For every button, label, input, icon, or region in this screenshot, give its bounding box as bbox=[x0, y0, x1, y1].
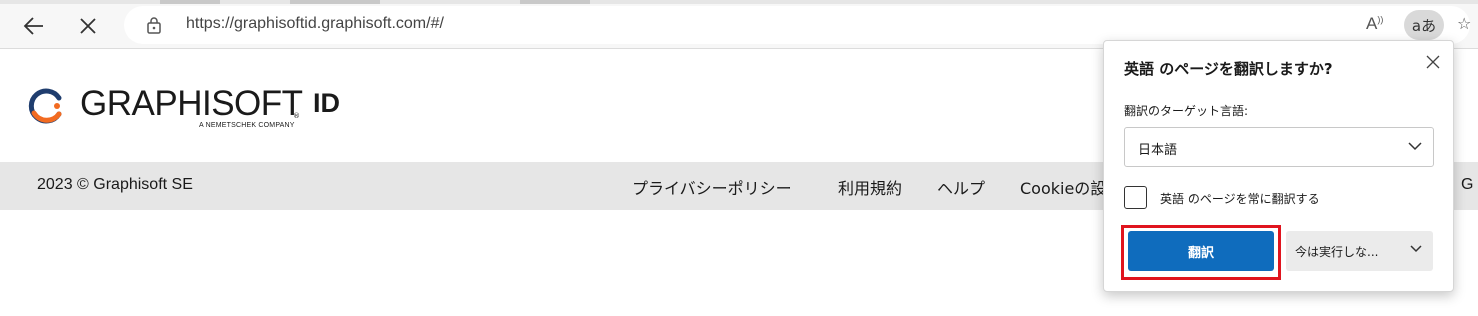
target-language-value: 日本語 bbox=[1138, 143, 1178, 158]
footer-link-terms[interactable]: 利用規約 bbox=[838, 175, 902, 199]
logo-id-suffix: ID bbox=[313, 88, 340, 118]
lock-icon bbox=[147, 17, 161, 34]
chevron-down-icon bbox=[1410, 245, 1422, 253]
logo-wordmark: GRAPHISOFT bbox=[80, 84, 303, 123]
graphisoft-logo-icon bbox=[28, 88, 62, 124]
read-aloud-icon[interactable]: A)) bbox=[1366, 14, 1383, 34]
close-icon bbox=[1426, 55, 1440, 69]
back-arrow-icon bbox=[23, 17, 43, 35]
footer-trailing-text: G bbox=[1461, 176, 1474, 193]
footer-link-help[interactable]: ヘルプ bbox=[937, 175, 985, 199]
footer-link-privacy[interactable]: プライバシーポリシー bbox=[632, 175, 792, 199]
url-text[interactable]: https://graphisoftid.graphisoft.com/#/ bbox=[186, 15, 444, 33]
chevron-down-icon bbox=[1408, 142, 1422, 151]
logo-subtitle: A NEMETSCHEK COMPANY bbox=[199, 122, 295, 129]
popup-title: 英語 のページを翻訳しますか? bbox=[1124, 60, 1333, 78]
copyright-text: 2023 © Graphisoft SE bbox=[37, 176, 193, 193]
always-translate-checkbox[interactable] bbox=[1124, 186, 1147, 209]
favorites-star-icon[interactable]: ☆ bbox=[1457, 14, 1471, 33]
footer-link-cookies[interactable]: Cookieの設 bbox=[1020, 175, 1106, 199]
close-icon bbox=[80, 18, 96, 34]
target-language-select[interactable]: 日本語 bbox=[1124, 127, 1434, 167]
not-now-label: 今は実行しな... bbox=[1295, 245, 1379, 259]
address-bar[interactable]: https://graphisoftid.graphisoft.com/#/ A… bbox=[124, 6, 1471, 44]
back-button[interactable] bbox=[16, 8, 52, 44]
always-translate-label: 英語 のページを常に翻訳する bbox=[1160, 192, 1320, 206]
logo-registered-mark: ® bbox=[293, 112, 300, 120]
popup-close-button[interactable] bbox=[1422, 51, 1444, 73]
translate-popup: 英語 のページを翻訳しますか? 翻訳のターゲット言語: 日本語 英語 のページを… bbox=[1103, 40, 1454, 292]
target-language-label: 翻訳のターゲット言語: bbox=[1124, 104, 1249, 118]
stop-button[interactable] bbox=[70, 8, 106, 44]
translate-icon[interactable]: aあ bbox=[1404, 10, 1444, 40]
translate-button[interactable]: 翻訳 bbox=[1128, 231, 1274, 271]
not-now-button[interactable]: 今は実行しな... bbox=[1286, 231, 1433, 271]
